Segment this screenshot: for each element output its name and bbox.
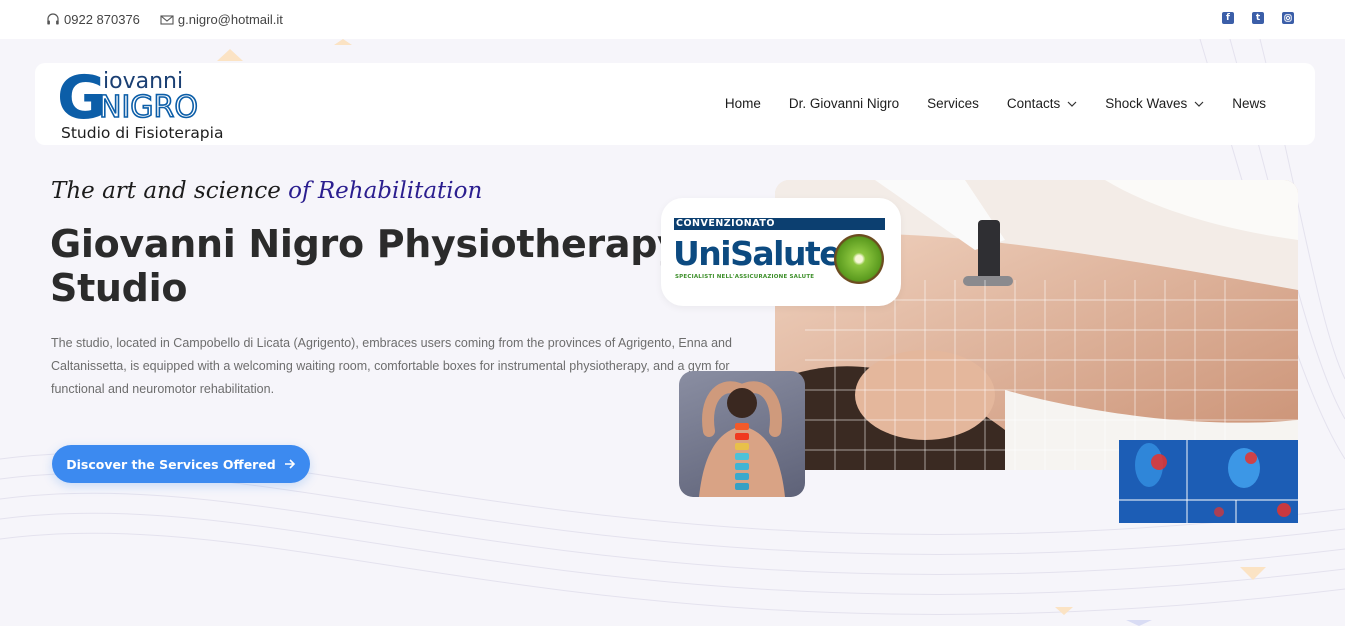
nav-label: Contacts xyxy=(1006,96,1061,111)
nav-services[interactable]: Services xyxy=(927,96,979,111)
chevron-down-icon xyxy=(1194,101,1204,107)
email-contact[interactable]: g.nigro@hotmail.it xyxy=(160,12,283,27)
nav-label: Home xyxy=(724,96,761,111)
phone-number: 0922 870376 xyxy=(64,12,140,27)
facebook-icon[interactable]: f xyxy=(1222,12,1234,24)
nav-label: News xyxy=(1232,96,1266,111)
cta-label: Discover the Services Offered xyxy=(66,456,276,472)
badge-brand: UniSalute xyxy=(673,234,842,273)
chevron-down-icon xyxy=(1067,101,1077,107)
xray-illustration xyxy=(1119,440,1298,523)
arrow-right-icon xyxy=(284,459,295,469)
tagline-plain: The art and science xyxy=(51,178,289,204)
nav-home[interactable]: Home xyxy=(725,96,761,111)
unisalute-badge: CONVENZIONATO UniSalute SPECIALISTI NELL… xyxy=(661,198,901,306)
logo-graphic: G iovanni NIGRO Studio di Fisioterapia xyxy=(57,63,223,142)
spine-illustration xyxy=(699,381,785,497)
main-nav: Home Dr. Giovanni Nigro Services Contact… xyxy=(697,96,1266,111)
spine-photo xyxy=(679,371,805,497)
nav-news[interactable]: News xyxy=(1232,96,1266,111)
badge-subtitle: SPECIALISTI NELL'ASSICURAZIONE SALUTE xyxy=(675,274,815,280)
nav-label: Services xyxy=(927,96,979,111)
nav-label: Dr. Giovanni Nigro xyxy=(788,96,900,111)
envelope-icon xyxy=(160,14,174,25)
top-bar: 0922 870376 g.nigro@hotmail.it f t xyxy=(0,0,1345,39)
phone-contact[interactable]: 0922 870376 xyxy=(46,12,140,27)
hero-tagline: The art and science of Rehabilitation xyxy=(51,178,482,204)
nav-dr-giovanni-nigro[interactable]: Dr. Giovanni Nigro xyxy=(789,96,899,111)
hero-description: The studio, located in Campobello di Lic… xyxy=(51,336,732,396)
headset-icon xyxy=(47,12,59,24)
hero-title: Giovanni Nigro Physiotherapy Studio xyxy=(50,222,682,310)
instagram-icon[interactable] xyxy=(1282,12,1294,24)
twitter-icon[interactable]: t xyxy=(1252,12,1264,24)
logo-subtitle: Studio di Fisioterapia xyxy=(61,124,223,142)
nav-shock-waves[interactable]: Shock Waves xyxy=(1105,96,1204,111)
site-logo[interactable]: G iovanni NIGRO Studio di Fisioterapia xyxy=(57,63,225,142)
badge-header: CONVENZIONATO xyxy=(674,218,885,230)
kiwi-icon xyxy=(834,234,884,284)
tagline-accent: of Rehabilitation xyxy=(288,178,483,204)
social-links: f t xyxy=(1222,12,1294,24)
site-header: G iovanni NIGRO Studio di Fisioterapia H… xyxy=(35,63,1315,145)
xray-pain-photo xyxy=(1119,440,1298,523)
discover-services-button[interactable]: Discover the Services Offered xyxy=(52,445,310,483)
nav-label: Shock Waves xyxy=(1105,96,1188,111)
email-address: g.nigro@hotmail.it xyxy=(177,12,283,27)
nav-contacts[interactable]: Contacts xyxy=(1007,96,1077,111)
logo-last-name: NIGRO xyxy=(99,90,198,125)
